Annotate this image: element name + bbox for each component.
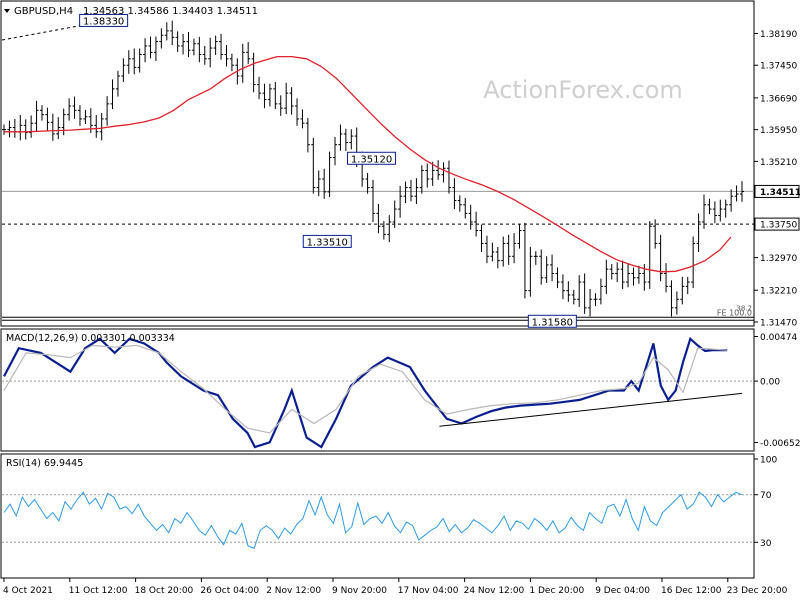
x-tick-label: 17 Nov 04:00 xyxy=(398,586,459,596)
axis-tick-label: 100 xyxy=(760,456,777,466)
header: GBPUSD,H4 1.34563 1.34586 1.34403 1.3451… xyxy=(4,6,258,17)
x-tick-label: 2 Nov 12:00 xyxy=(266,586,321,596)
x-tick-label: 9 Dec 04:00 xyxy=(595,586,650,596)
forex-chart: ActionForex.com 1.38330 1.33510 1.35120 1.3… xyxy=(0,0,800,596)
axis-tick-label: 30 xyxy=(760,539,772,549)
ohlc-values: 1.34563 1.34586 1.34403 1.34511 xyxy=(83,6,258,17)
price-annotation-label: 1.31580 xyxy=(532,317,573,328)
price-annotation-label: 1.38330 xyxy=(83,16,124,27)
macd-signal-line xyxy=(3,344,728,434)
axis-price-box-label: 1.34511 xyxy=(760,188,800,198)
price-annotation-label: 1.35120 xyxy=(351,154,392,165)
symbol-label: GBPUSD,H4 xyxy=(14,6,73,17)
axis-tick-label: 0.00 xyxy=(760,378,780,388)
watermark: ActionForex.com xyxy=(483,76,683,104)
x-tick-label: 16 Dec 12:00 xyxy=(661,586,722,596)
x-tick-label: 4 Oct 2021 xyxy=(3,586,53,596)
rsi-panel-frame xyxy=(0,453,755,579)
price-annotation-label: 1.33510 xyxy=(307,237,348,248)
x-tick-label: 23 Dec 20:00 xyxy=(727,586,788,596)
x-tick-label: 11 Oct 12:00 xyxy=(69,586,128,596)
axis-tick-label: -0.006526 xyxy=(760,439,800,449)
x-tick-label: 26 Oct 04:00 xyxy=(200,586,259,596)
axis-tick-label: 70 xyxy=(760,491,772,501)
x-tick-label: 18 Oct 20:00 xyxy=(135,586,194,596)
axis-tick-label: 1.32210 xyxy=(760,287,797,297)
x-tick-label: 9 Nov 20:00 xyxy=(332,586,387,596)
axis-tick-label: 1.38190 xyxy=(760,30,797,40)
x-tick-label: 24 Nov 12:00 xyxy=(464,586,525,596)
axis-tick-label: 1.35950 xyxy=(760,126,797,136)
rsi-line xyxy=(3,491,743,549)
rsi-label: RSI(14) 69.9445 xyxy=(6,458,83,469)
macd-line xyxy=(3,336,728,449)
axis-price-box-label: 1.33750 xyxy=(760,221,797,231)
x-tick-label: 1 Dec 20:00 xyxy=(529,586,584,596)
axis-tick-label: 1.31470 xyxy=(760,319,797,329)
axis-tick-label: 1.36690 xyxy=(760,94,797,104)
axis-tick-label: 0.00474 xyxy=(760,333,797,343)
macd-trendline xyxy=(439,392,743,427)
fib-small-label: 38.2 xyxy=(736,304,752,312)
axis-tick-label: 1.37450 xyxy=(760,62,797,72)
axis-tick-label: 1.32970 xyxy=(760,254,797,264)
dropdown-triangle-icon[interactable] xyxy=(4,9,10,13)
axis-tick-label: 1.35210 xyxy=(760,158,797,168)
macd-label: MACD(12,26,9) 0.003301 0.003334 xyxy=(6,333,175,344)
